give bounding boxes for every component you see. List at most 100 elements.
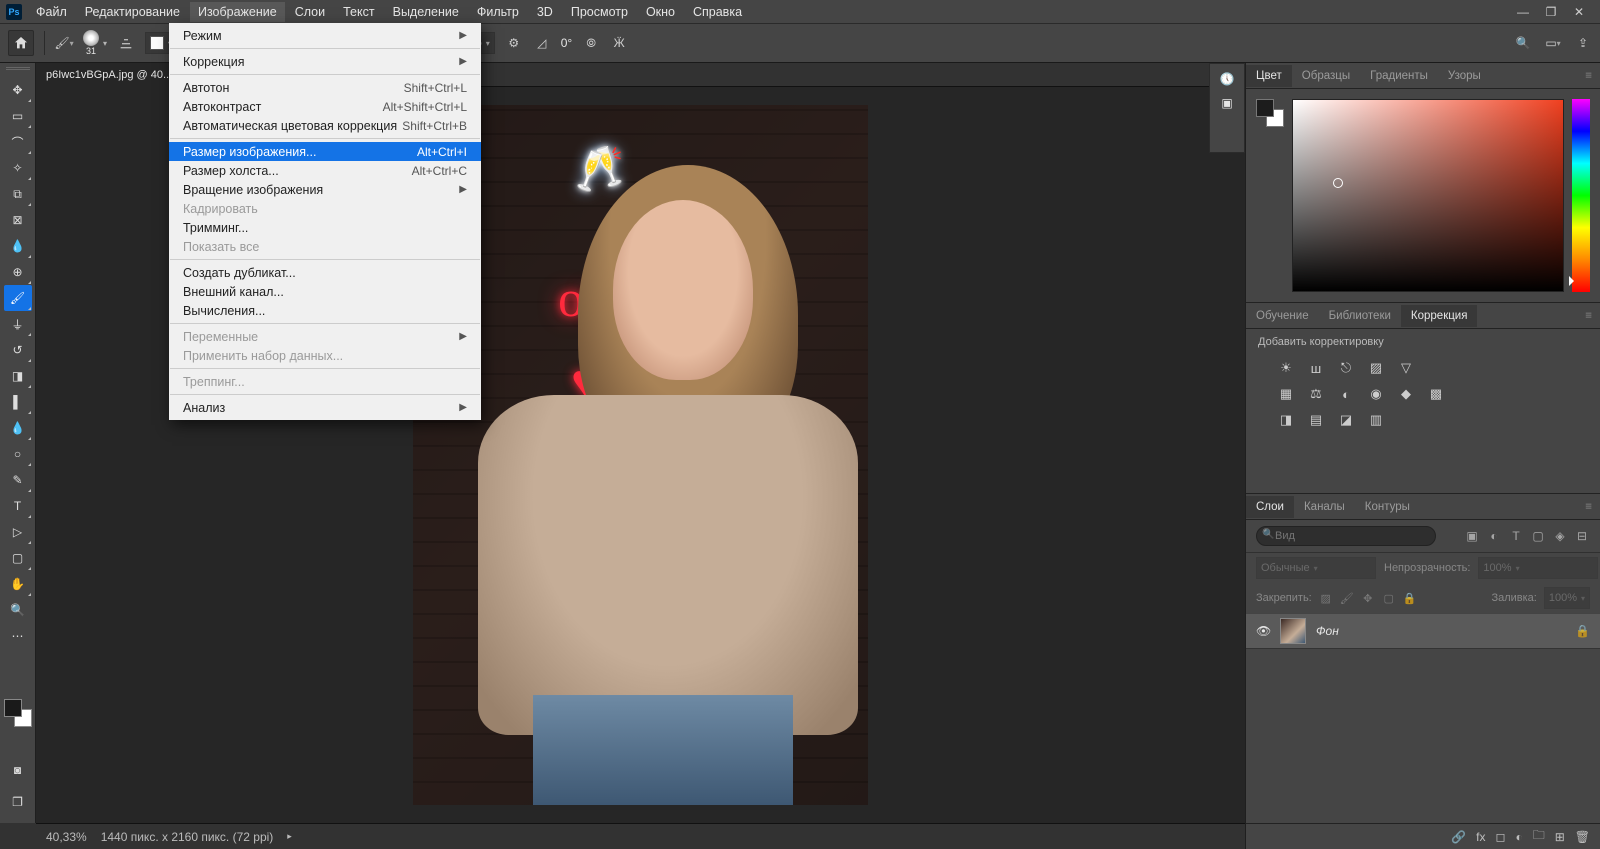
layer-mask-icon[interactable]: ◻	[1495, 830, 1505, 844]
menu-filter[interactable]: Фильтр	[469, 2, 527, 22]
brush-tool[interactable]: 🖌	[4, 285, 32, 311]
menu-trim[interactable]: Тримминг...	[169, 218, 481, 237]
workspace-icon[interactable]: ▭▾	[1544, 34, 1562, 52]
lock-position-icon[interactable]: ✥	[1361, 592, 1375, 605]
menu-auto-contrast[interactable]: АвтоконтрастAlt+Shift+Ctrl+L	[169, 97, 481, 116]
channelmixer-icon[interactable]: ◆	[1396, 385, 1416, 403]
lock-artboard-icon[interactable]: ▢	[1382, 592, 1396, 605]
filter-type-icon[interactable]: T	[1508, 529, 1524, 543]
opacity-value[interactable]: 100%▾	[1478, 557, 1598, 579]
crop-tool[interactable]: ⧉	[4, 181, 32, 207]
filter-adjust-icon[interactable]: ◐	[1486, 529, 1502, 543]
eraser-tool[interactable]: ◨	[4, 363, 32, 389]
colorbalance-icon[interactable]: ⚖	[1306, 385, 1326, 403]
filter-toggle[interactable]: ⊟	[1574, 529, 1590, 543]
menu-file[interactable]: Файл	[28, 2, 75, 22]
colorlookup-icon[interactable]: ▩	[1426, 385, 1446, 403]
brush-preset[interactable]: 31 ▾	[83, 30, 107, 56]
search-icon[interactable]: 🔍	[1514, 34, 1532, 52]
gradientmap-icon[interactable]: ▥	[1366, 411, 1386, 429]
shape-tool[interactable]: ▢	[4, 545, 32, 571]
menu-auto-color[interactable]: Автоматическая цветовая коррекцияShift+C…	[169, 116, 481, 135]
tab-swatches[interactable]: Образцы	[1292, 65, 1360, 87]
menu-analysis[interactable]: Анализ▶	[169, 398, 481, 417]
menu-duplicate[interactable]: Создать дубликат...	[169, 263, 481, 282]
photofilter-icon[interactable]: ◉	[1366, 385, 1386, 403]
menu-window[interactable]: Окно	[638, 2, 683, 22]
menu-image[interactable]: Изображение	[190, 2, 285, 22]
blur-tool[interactable]: 💧	[4, 415, 32, 441]
threshold-icon[interactable]: ◪	[1336, 411, 1356, 429]
hue-slider[interactable]	[1572, 99, 1590, 292]
frame-tool[interactable]: ⊠	[4, 207, 32, 233]
lock-all-icon[interactable]: 🔒	[1403, 592, 1417, 605]
group-icon[interactable]: 🗀	[1533, 826, 1545, 847]
hand-tool[interactable]: ✋	[4, 571, 32, 597]
visibility-icon[interactable]: 👁	[1256, 624, 1270, 638]
layer-style-icon[interactable]: fx	[1476, 830, 1485, 844]
menu-layers[interactable]: Слои	[287, 2, 333, 22]
tab-patterns[interactable]: Узоры	[1438, 65, 1491, 87]
foreground-color[interactable]	[4, 699, 22, 717]
eyedropper-tool[interactable]: 💧	[4, 233, 32, 259]
blend-mode-dropdown[interactable]: Обычные▾	[1256, 557, 1376, 579]
curves-icon[interactable]: ⎋	[1336, 359, 1356, 377]
tab-adjustments[interactable]: Коррекция	[1401, 305, 1478, 327]
filter-shape-icon[interactable]: ▢	[1530, 529, 1546, 543]
menu-select[interactable]: Выделение	[385, 2, 467, 22]
history-brush-tool[interactable]: ↺	[4, 337, 32, 363]
hue-icon[interactable]: ▦	[1276, 385, 1296, 403]
dodge-tool[interactable]: ○	[4, 441, 32, 467]
delete-layer-icon[interactable]: 🗑	[1575, 830, 1590, 844]
close-icon[interactable]: ✕	[1570, 5, 1588, 19]
tab-layers[interactable]: Слои	[1246, 496, 1294, 518]
menu-edit[interactable]: Редактирование	[77, 2, 188, 22]
menu-image-size[interactable]: Размер изображения...Alt+Ctrl+I	[169, 142, 481, 161]
color-picker-field[interactable]	[1292, 99, 1564, 292]
adjustment-layer-icon[interactable]: ◐	[1515, 830, 1522, 844]
maximize-icon[interactable]: ❐	[1542, 5, 1560, 19]
panel-menu-icon[interactable]: ≡	[1577, 70, 1600, 82]
quickmask-icon[interactable]: ◙	[4, 757, 32, 783]
properties-panel-icon[interactable]: ▣	[1221, 96, 1232, 110]
menu-3d[interactable]: 3D	[529, 2, 561, 22]
tab-color[interactable]: Цвет	[1246, 65, 1292, 87]
menu-mode[interactable]: Режим▶	[169, 26, 481, 45]
marquee-tool[interactable]: ▭	[4, 103, 32, 129]
menu-help[interactable]: Справка	[685, 2, 750, 22]
brightness-icon[interactable]: ☀	[1276, 359, 1296, 377]
brush-settings-icon[interactable]	[117, 34, 135, 52]
minimize-icon[interactable]: —	[1514, 5, 1532, 19]
share-icon[interactable]: ⇪	[1574, 34, 1592, 52]
tab-channels[interactable]: Каналы	[1294, 496, 1355, 518]
screenmode-icon[interactable]: ❐	[4, 789, 32, 815]
tab-learn[interactable]: Обучение	[1246, 305, 1319, 327]
new-layer-icon[interactable]: ⊞	[1555, 830, 1565, 844]
move-tool[interactable]: ✥	[4, 77, 32, 103]
exposure-icon[interactable]: ▨	[1366, 359, 1386, 377]
layer-filter-input[interactable]	[1256, 526, 1436, 546]
link-layers-icon[interactable]: 🔗	[1451, 830, 1466, 844]
symmetry-icon[interactable]: Ӝ	[610, 34, 628, 52]
path-select-tool[interactable]: ▷	[4, 519, 32, 545]
zoom-tool[interactable]: 🔍	[4, 597, 32, 623]
filter-smart-icon[interactable]: ◈	[1552, 529, 1568, 543]
gradient-tool[interactable]: ▌	[4, 389, 32, 415]
layer-item[interactable]: 👁 Фон 🔒	[1246, 613, 1600, 649]
fg-color-swatch[interactable]	[1256, 99, 1274, 117]
menu-adjustments[interactable]: Коррекция▶	[169, 52, 481, 71]
menu-calculations[interactable]: Вычисления...	[169, 301, 481, 320]
tab-paths[interactable]: Контуры	[1355, 496, 1420, 518]
layer-thumbnail[interactable]	[1280, 618, 1306, 644]
lock-image-icon[interactable]: 🖌	[1340, 592, 1354, 605]
layer-name[interactable]: Фон	[1316, 624, 1339, 638]
bw-icon[interactable]: ◐	[1336, 385, 1356, 403]
menu-apply-image[interactable]: Внешний канал...	[169, 282, 481, 301]
healing-tool[interactable]: ⊕	[4, 259, 32, 285]
history-panel-icon[interactable]: 🕔	[1220, 72, 1235, 86]
panel-menu-icon[interactable]: ≡	[1577, 310, 1600, 322]
drag-handle[interactable]	[6, 67, 30, 74]
color-swatches[interactable]	[4, 699, 32, 727]
home-button[interactable]	[8, 30, 34, 56]
tablet-pressure-icon[interactable]: ⦾	[582, 34, 600, 52]
